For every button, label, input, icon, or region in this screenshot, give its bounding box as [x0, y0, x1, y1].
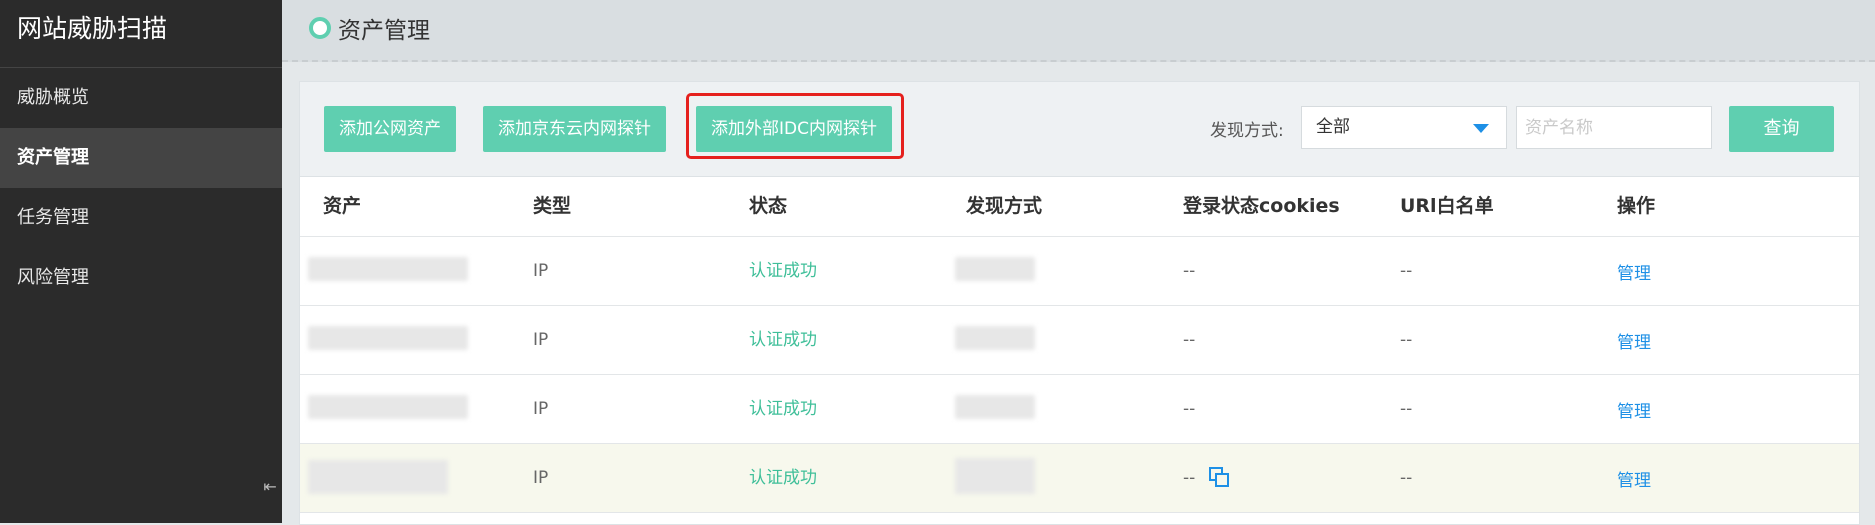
sidebar-item-asset-management[interactable]: 资产管理 — [0, 128, 282, 188]
manage-link[interactable]: 管理 — [1617, 378, 1651, 446]
toolbar: 添加公网资产 添加京东云内网探针 添加外部IDC内网探针 发现方式: 全部 查询 — [300, 82, 1859, 177]
cell-type: IP — [533, 330, 549, 350]
cell-whitelist: -- — [1400, 399, 1413, 419]
cell-cookies: -- — [1183, 261, 1196, 281]
collapse-left-icon: ⇤ — [263, 477, 277, 496]
query-button[interactable]: 查询 — [1729, 106, 1834, 152]
redacted-discovery — [955, 257, 1035, 281]
redacted-asset — [308, 257, 468, 281]
redacted-asset — [308, 326, 468, 350]
manage-link[interactable]: 管理 — [1617, 309, 1651, 377]
cell-whitelist: -- — [1400, 468, 1413, 488]
asset-panel: 添加公网资产 添加京东云内网探针 添加外部IDC内网探针 发现方式: 全部 查询… — [299, 81, 1860, 525]
cell-type: IP — [533, 261, 549, 281]
discovery-method-label: 发现方式: — [1210, 121, 1284, 141]
discovery-method-value: 全部 — [1316, 117, 1350, 137]
sidebar-item-task-management[interactable]: 任务管理 — [0, 188, 282, 248]
column-login-cookies: 登录状态cookies — [1183, 195, 1340, 217]
column-type: 类型 — [533, 195, 572, 217]
table-row: IP 认证成功 -- -- 管理 — [300, 375, 1859, 444]
copy-icon[interactable] — [1209, 467, 1231, 489]
table-row: IP 认证成功 -- -- 管理 — [300, 306, 1859, 375]
column-discovery-method: 发现方式 — [966, 195, 1043, 217]
column-asset: 资产 — [323, 195, 362, 217]
chevron-down-icon — [1473, 124, 1489, 133]
cell-cookies: -- — [1183, 444, 1231, 512]
discovery-method-select[interactable]: 全部 — [1301, 106, 1507, 149]
redacted-discovery — [955, 458, 1035, 494]
add-jdcloud-probe-button[interactable]: 添加京东云内网探针 — [483, 106, 666, 152]
table-row: IP 认证成功 -- -- 管理 — [300, 237, 1859, 306]
cell-status: 认证成功 — [749, 468, 817, 488]
title-dot-icon — [309, 17, 331, 39]
cell-cookies: -- — [1183, 330, 1196, 350]
cell-type: IP — [533, 468, 549, 488]
page-title: 资产管理 — [338, 18, 430, 44]
manage-link[interactable]: 管理 — [1617, 447, 1651, 515]
app-title: 网站威胁扫描 — [0, 0, 282, 68]
add-public-asset-button[interactable]: 添加公网资产 — [324, 106, 456, 152]
column-url-whitelist: URl白名单 — [1400, 195, 1494, 217]
sidebar: 网站威胁扫描 威胁概览 资产管理 任务管理 风险管理 — [0, 0, 282, 523]
cookies-value: -- — [1183, 468, 1196, 488]
cell-type: IP — [533, 399, 549, 419]
manage-link[interactable]: 管理 — [1617, 240, 1651, 308]
asset-name-input[interactable] — [1516, 106, 1712, 149]
column-status: 状态 — [749, 195, 788, 217]
redacted-asset — [308, 460, 448, 494]
cell-cookies: -- — [1183, 399, 1196, 419]
cell-whitelist: -- — [1400, 330, 1413, 350]
cell-status: 认证成功 — [749, 330, 817, 350]
table-header: 资产 类型 状态 发现方式 登录状态cookies URl白名单 操作 — [300, 177, 1859, 237]
column-actions: 操作 — [1617, 195, 1656, 217]
redacted-discovery — [955, 326, 1035, 350]
table-row: IP 认证成功 -- -- 管理 — [300, 444, 1859, 513]
redacted-discovery — [955, 395, 1035, 419]
cell-whitelist: -- — [1400, 261, 1413, 281]
cell-status: 认证成功 — [749, 399, 817, 419]
cell-status: 认证成功 — [749, 261, 817, 281]
add-external-idc-probe-button[interactable]: 添加外部IDC内网探针 — [696, 106, 892, 152]
sidebar-item-threat-overview[interactable]: 威胁概览 — [0, 68, 282, 128]
page-header: 资产管理 — [282, 0, 1875, 62]
sidebar-item-risk-management[interactable]: 风险管理 — [0, 248, 282, 308]
sidebar-collapse-button[interactable]: ⇤ — [258, 450, 282, 523]
redacted-asset — [308, 395, 468, 419]
